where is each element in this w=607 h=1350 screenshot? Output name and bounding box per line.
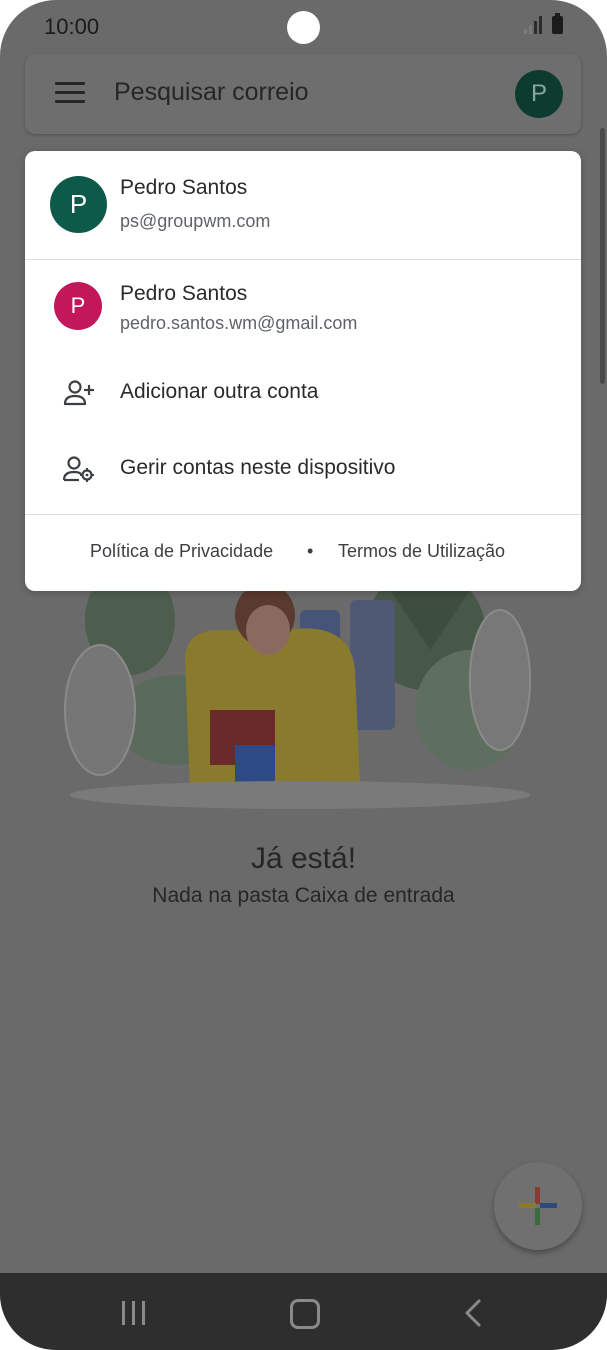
terms-link[interactable]: Termos de Utilização bbox=[338, 541, 505, 562]
primary-account-avatar: P bbox=[50, 176, 107, 233]
plus-icon bbox=[519, 1187, 557, 1225]
primary-account-email: ps@groupwm.com bbox=[120, 211, 271, 231]
compose-button[interactable] bbox=[494, 1162, 582, 1250]
manage-accounts-label: Gerir contas neste dispositivo bbox=[120, 456, 396, 479]
add-account-button[interactable]: Adicionar outra conta bbox=[25, 365, 581, 421]
status-icons bbox=[524, 13, 563, 34]
search-bar[interactable]: Pesquisar correio P bbox=[25, 54, 581, 134]
empty-inbox-illustration bbox=[64, 565, 531, 809]
home-icon[interactable] bbox=[290, 1299, 320, 1329]
hamburger-icon[interactable] bbox=[55, 82, 85, 104]
manage-accounts-button[interactable]: Gerir contas neste dispositivo bbox=[25, 441, 581, 497]
scrollbar bbox=[600, 128, 605, 384]
recents-icon[interactable] bbox=[122, 1301, 148, 1325]
status-bar: 10:00 bbox=[0, 0, 607, 56]
add-account-label: Adicionar outra conta bbox=[120, 380, 319, 403]
popup-footer: Política de Privacidade • Termos de Util… bbox=[25, 541, 581, 571]
secondary-account-name: Pedro Santos bbox=[120, 282, 248, 305]
divider bbox=[25, 514, 581, 515]
navigation-bar bbox=[0, 1273, 607, 1350]
footer-separator: • bbox=[307, 541, 314, 561]
account-switcher-popup: P Pedro Santos ps@groupwm.com P Pedro Sa… bbox=[25, 151, 581, 591]
privacy-policy-link[interactable]: Política de Privacidade bbox=[90, 541, 273, 562]
secondary-account-email: pedro.santos.wm@gmail.com bbox=[120, 313, 358, 333]
person-gear-icon bbox=[63, 456, 94, 482]
phone-screen: 10:00 Pesquisar correio P Já está! Nada … bbox=[0, 0, 607, 1350]
back-icon[interactable] bbox=[462, 1299, 486, 1327]
status-time: 10:00 bbox=[44, 14, 100, 39]
front-camera bbox=[287, 11, 320, 44]
search-input[interactable]: Pesquisar correio bbox=[114, 78, 309, 107]
divider bbox=[25, 259, 581, 260]
primary-account[interactable]: P Pedro Santos ps@groupwm.com bbox=[25, 151, 581, 259]
empty-state-title: Já está! bbox=[250, 842, 357, 875]
empty-state-subtitle: Nada na pasta Caixa de entrada bbox=[152, 884, 455, 907]
battery-icon bbox=[552, 13, 563, 34]
person-add-icon bbox=[63, 380, 94, 406]
signal-icon bbox=[524, 16, 542, 34]
account-avatar[interactable]: P bbox=[515, 70, 563, 118]
secondary-account-avatar: P bbox=[54, 282, 102, 330]
primary-account-name: Pedro Santos bbox=[120, 176, 248, 199]
